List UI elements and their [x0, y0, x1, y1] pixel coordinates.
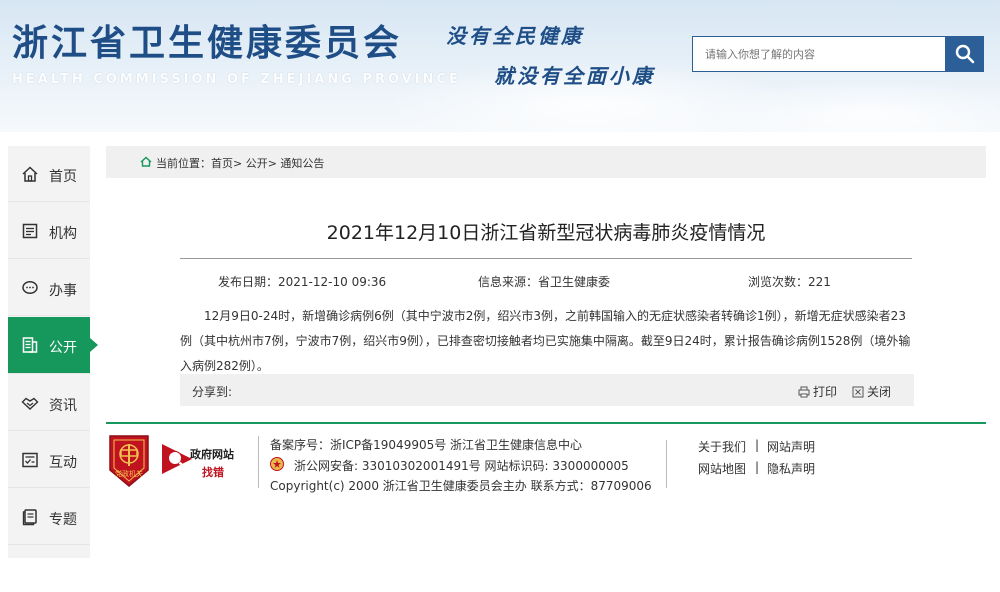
site-subtitle: HEALTH COMMISSION OF ZHEJIANG PROVINCE — [12, 72, 461, 87]
sidebar-item-label: 机构 — [49, 223, 77, 243]
sidebar-item-news[interactable]: 资讯 — [8, 375, 90, 431]
find-error-icon[interactable] — [160, 442, 194, 476]
link-separator: | — [755, 460, 759, 474]
sidebar-item-label: 办事 — [49, 280, 77, 300]
find-error-sub[interactable]: 找错 — [202, 464, 224, 480]
share-label: 分享到: — [192, 383, 232, 400]
link-about[interactable]: 关于我们 — [698, 438, 746, 455]
site-title[interactable]: 浙江省卫生健康委员会 — [12, 14, 402, 66]
slogan-line-2: 就没有全面小康 — [494, 60, 655, 89]
title-divider — [180, 258, 912, 259]
article-body: 12月9日0-24时，新增确诊病例6例（其中宁波市2例，绍兴市3例，之前韩国输入… — [180, 304, 914, 379]
link-separator: | — [755, 438, 759, 452]
document-icon — [21, 336, 39, 354]
sidebar-item-label: 互动 — [49, 452, 77, 472]
breadcrumb-text[interactable]: 当前位置：首页> 公开> 通知公告 — [156, 155, 324, 171]
print-icon — [798, 386, 810, 398]
sidebar-item-home[interactable]: 首页 — [8, 146, 90, 202]
chat-icon — [21, 279, 39, 297]
sidebar-item-org[interactable]: 机构 — [8, 203, 90, 259]
breadcrumb: 当前位置：首页> 公开> 通知公告 — [106, 146, 986, 178]
site-footer: 党政机关 政府网站 找错 备案序号：浙ICP备19049905号 浙江省卫生健康… — [106, 430, 986, 500]
view-count: 浏览次数：221 — [748, 273, 831, 290]
copyright: Copyright(c) 2000 浙江省卫生健康委员会主办 联系方式：8770… — [270, 477, 652, 494]
sidebar-item-label: 资讯 — [49, 395, 77, 415]
sidebar-item-service[interactable]: 办事 — [8, 260, 90, 316]
police-badge-icon — [270, 457, 284, 471]
party-gov-badge[interactable]: 党政机关 — [106, 434, 152, 488]
print-button[interactable]: 打印 — [798, 383, 837, 400]
sidebar-item-interact[interactable]: 互动 — [8, 432, 90, 488]
close-button[interactable]: 关闭 — [852, 383, 891, 400]
search-button[interactable] — [946, 36, 984, 72]
police-record[interactable]: 浙公网安备: 33010302001491号 网站标识码: 3300000005 — [294, 457, 629, 474]
footer-divider-2 — [666, 440, 667, 488]
sidebar-item-label: 专题 — [49, 509, 77, 529]
link-privacy[interactable]: 隐私声明 — [767, 460, 815, 477]
icp-record[interactable]: 备案序号：浙ICP备19049905号 浙江省卫生健康信息中心 — [270, 436, 582, 453]
search-input[interactable] — [692, 36, 946, 72]
sidebar-item-public[interactable]: 公开 — [8, 317, 90, 374]
home-icon — [21, 165, 39, 183]
close-icon — [852, 386, 864, 398]
publish-date: 发布日期：2021-12-10 09:36 — [218, 273, 386, 290]
search-icon — [955, 44, 975, 64]
article-panel: 当前位置：首页> 公开> 通知公告 2021年12月10日浙江省新型冠状病毒肺炎… — [106, 146, 986, 424]
form-icon — [21, 451, 39, 469]
content-divider — [106, 422, 986, 424]
link-statement[interactable]: 网站声明 — [767, 438, 815, 455]
slogan-line-1: 没有全民健康 — [446, 20, 584, 49]
handshake-icon — [21, 394, 39, 412]
find-error-title[interactable]: 政府网站 — [190, 446, 234, 462]
article-title: 2021年12月10日浙江省新型冠状病毒肺炎疫情情况 — [106, 218, 986, 245]
home-small-icon — [140, 156, 152, 167]
sidebar-item-label: 首页 — [49, 166, 77, 186]
share-bar: 分享到: 打印 关闭 — [180, 374, 914, 406]
svg-text:党政机关: 党政机关 — [115, 469, 143, 478]
sidebar-nav: 首页 机构 办事 公开 资讯 — [8, 146, 90, 558]
sidebar-item-label: 公开 — [49, 337, 77, 357]
book-icon — [21, 508, 39, 526]
building-icon — [21, 222, 39, 240]
site-header: 浙江省卫生健康委员会 HEALTH COMMISSION OF ZHEJIANG… — [0, 0, 1000, 132]
sidebar-item-topic[interactable]: 专题 — [8, 489, 90, 545]
info-source: 信息来源：省卫生健康委 — [478, 273, 610, 290]
link-sitemap[interactable]: 网站地图 — [698, 460, 746, 477]
footer-divider-1 — [258, 436, 259, 488]
